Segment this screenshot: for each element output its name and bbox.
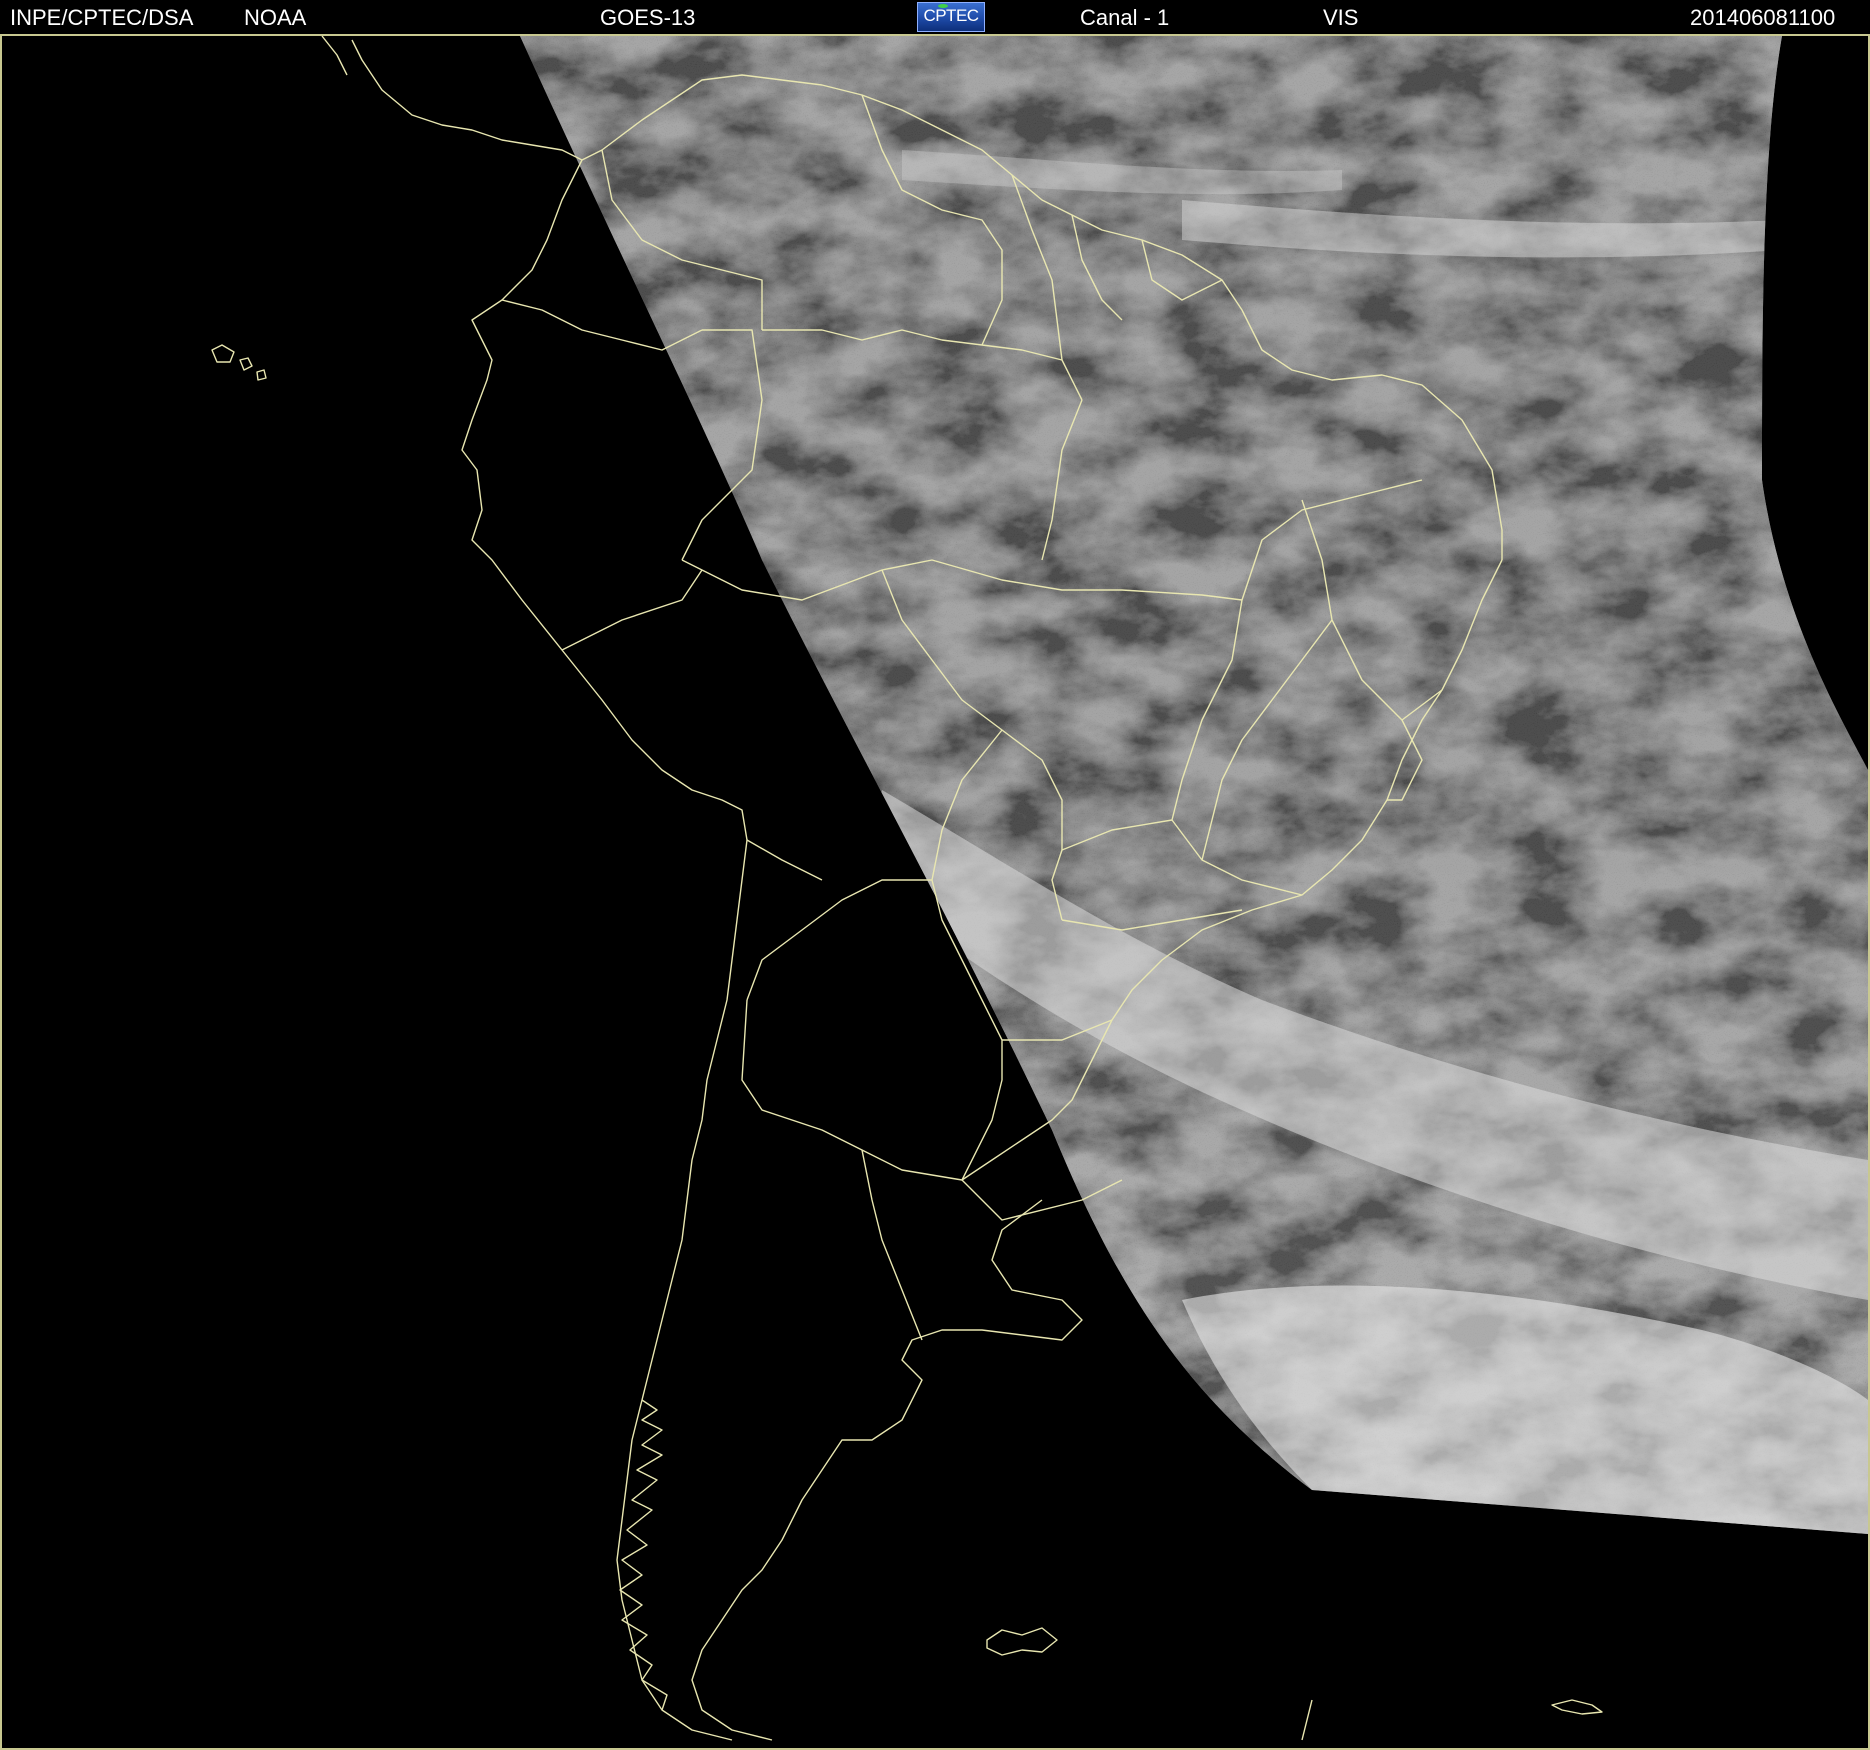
satellite-image-page: INPE/CPTEC/DSA NOAA GOES-13 CPTEC Canal … [0, 0, 1870, 1750]
timestamp-label: 201406081100 [1690, 5, 1836, 30]
source-label: NOAA [244, 5, 307, 30]
channel-label: Canal - 1 [1080, 5, 1170, 30]
map-area [0, 36, 1870, 1750]
satellite-map [211, 36, 1868, 1741]
satellite-label: GOES-13 [600, 5, 696, 30]
header-bar: INPE/CPTEC/DSA NOAA GOES-13 CPTEC Canal … [0, 0, 1870, 36]
cptec-logo: CPTEC [917, 2, 985, 32]
org-label: INPE/CPTEC/DSA [10, 5, 194, 30]
logo-text: CPTEC [923, 6, 979, 25]
band-label: VIS [1323, 5, 1359, 30]
